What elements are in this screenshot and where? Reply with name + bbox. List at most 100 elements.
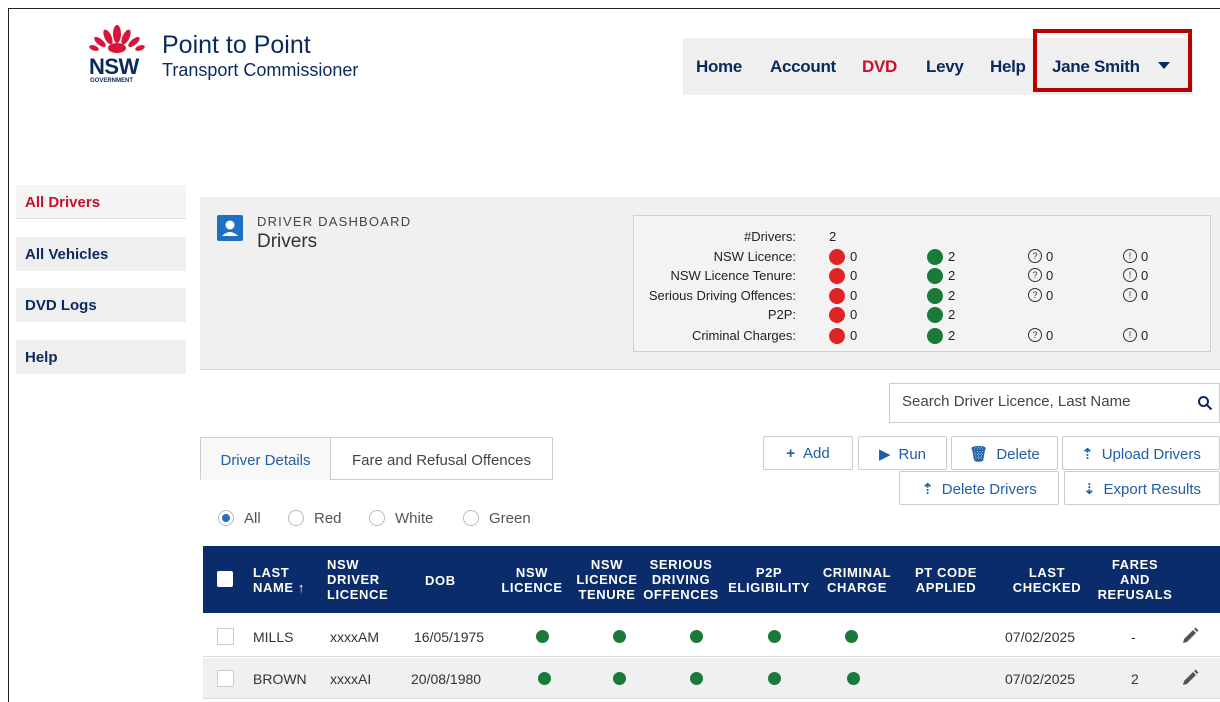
tab-driver-details[interactable]: Driver Details — [200, 437, 331, 480]
green-status-dot — [927, 268, 943, 284]
upload-icon: ⇡ — [1081, 446, 1094, 463]
user-card-icon — [217, 215, 243, 241]
tab-fare-refusal-offences[interactable]: Fare and Refusal Offences — [330, 437, 553, 480]
search-box — [889, 383, 1220, 423]
user-menu[interactable]: Jane Smith — [1052, 57, 1140, 77]
col-checked-line1: LAST — [1028, 565, 1066, 580]
export-results-button[interactable]: ⇣ Export Results — [1064, 471, 1220, 505]
col-pt-code[interactable]: PT CODE APPLIED — [908, 565, 984, 595]
stat-label-nsw-licence: NSW Licence: — [713, 249, 796, 264]
col-last-checked[interactable]: LAST CHECKED — [1009, 565, 1085, 595]
stat-green-count: 2 — [948, 328, 956, 343]
nav-help[interactable]: Help — [990, 57, 1026, 77]
col-driver-licence[interactable]: NSW DRIVER LICENCE — [327, 557, 388, 602]
add-button-label: Add — [803, 445, 830, 462]
row-checkbox[interactable] — [217, 670, 234, 687]
search-icon[interactable] — [1197, 395, 1213, 411]
dashboard-title: Drivers — [257, 231, 318, 252]
trash-icon: 🗑 — [969, 446, 989, 463]
col-dob[interactable]: DOB — [425, 573, 456, 588]
stat-green-count: 2 — [948, 307, 956, 322]
upload-icon: ⇡ — [921, 481, 934, 498]
upload-drivers-button[interactable]: ⇡ Upload Drivers — [1062, 436, 1220, 470]
stat-green-count: 2 — [948, 288, 956, 303]
col-serious-line1: SERIOUS — [649, 557, 713, 572]
nav-dvd[interactable]: DVD — [862, 57, 897, 77]
col-fares-line2: AND — [1120, 572, 1150, 587]
cell-driver-licence: xxxxAI — [330, 671, 372, 687]
col-serious-line3: OFFENCES — [643, 587, 719, 602]
col-criminal-line1: CRIMINAL — [822, 565, 892, 580]
stat-info-count: 0 — [1141, 249, 1149, 264]
status-dot-tenure — [613, 672, 626, 685]
dashboard-eyebrow: DRIVER DASHBOARD — [257, 214, 412, 229]
question-icon: ? — [1028, 288, 1042, 302]
logo-wordmark: NSW — [89, 54, 139, 79]
select-all-checkbox[interactable] — [217, 571, 233, 587]
stat-label-p2p: P2P: — [767, 307, 796, 322]
question-icon: ? — [1028, 268, 1042, 282]
delete-button[interactable]: 🗑 Delete — [951, 436, 1058, 470]
red-status-dot — [829, 249, 845, 265]
col-criminal-charge[interactable]: CRIMINAL CHARGE — [817, 565, 897, 595]
stat-unknown-count: 0 — [1046, 328, 1054, 343]
row-checkbox[interactable] — [217, 628, 234, 645]
search-input[interactable] — [902, 393, 1192, 410]
col-fares-line1: FARES — [1111, 557, 1159, 572]
green-status-dot — [927, 288, 943, 304]
delete-drivers-button[interactable]: ⇡ Delete Drivers — [899, 471, 1059, 505]
radio-circle[interactable] — [288, 510, 304, 526]
radio-circle[interactable] — [369, 510, 385, 526]
question-icon: ? — [1028, 328, 1042, 342]
chevron-down-icon[interactable] — [1158, 62, 1170, 69]
nav-home[interactable]: Home — [696, 57, 742, 77]
cell-last-checked: 07/02/2025 — [1005, 671, 1076, 687]
col-serious-line2: DRIVING — [651, 572, 711, 587]
add-button[interactable]: + Add — [763, 436, 853, 470]
red-status-dot — [829, 268, 845, 284]
sidebar-item-help[interactable]: Help — [16, 340, 186, 374]
upload-drivers-label: Upload Drivers — [1101, 446, 1201, 463]
col-nsw-licence[interactable]: NSW LICENCE — [500, 565, 564, 595]
status-dot-nsw-licence — [538, 672, 551, 685]
col-licence-tenure[interactable]: NSW LICENCE TENURE — [575, 557, 639, 602]
waratah-icon — [89, 25, 145, 53]
status-dot-criminal — [847, 672, 860, 685]
nsw-logo[interactable]: NSW GOVERNMENT — [85, 24, 149, 86]
export-results-label: Export Results — [1103, 481, 1202, 498]
nav-account[interactable]: Account — [770, 57, 836, 77]
stat-unknown-count: 0 — [1046, 249, 1054, 264]
edit-pencil-icon[interactable] — [1180, 668, 1200, 688]
stat-red-count: 0 — [850, 268, 858, 283]
drivers-count-label: #Drivers: — [743, 229, 796, 244]
edit-pencil-icon[interactable] — [1180, 626, 1200, 646]
cell-dob: 16/05/1975 — [414, 629, 485, 645]
sidebar-item-all-drivers[interactable]: All Drivers — [16, 185, 186, 219]
col-serious-offences[interactable]: SERIOUS DRIVING OFFENCES — [641, 557, 721, 602]
col-p2p-eligibility[interactable]: P2P ELIGIBILITY — [726, 565, 812, 595]
table-row[interactable]: BROWN xxxxAI 20/08/1980 07/02/2025 2 — [203, 658, 1220, 699]
download-icon: ⇣ — [1082, 481, 1096, 498]
nav-levy[interactable]: Levy — [926, 57, 964, 77]
filter-label-white: White — [395, 510, 434, 527]
col-driver-licence-line1: NSW — [327, 557, 360, 572]
green-status-dot — [927, 328, 943, 344]
red-status-dot — [829, 328, 845, 344]
col-fares-refusals[interactable]: FARES AND REFUSALS — [1096, 557, 1174, 602]
radio-circle[interactable] — [463, 510, 479, 526]
col-last-name-line1: LAST — [253, 565, 290, 580]
status-dot-p2p — [768, 672, 781, 685]
cell-fares-refusals: - — [1131, 629, 1136, 645]
red-status-dot — [829, 288, 845, 304]
col-p2p-line2: ELIGIBILITY — [728, 580, 810, 595]
status-dot-serious — [690, 672, 703, 685]
sidebar-item-all-vehicles[interactable]: All Vehicles — [16, 237, 186, 271]
radio-circle-selected[interactable] — [218, 510, 234, 526]
stat-info-count: 0 — [1141, 268, 1149, 283]
stat-info-count: 0 — [1141, 328, 1149, 343]
run-button[interactable]: ▶ Run — [858, 436, 947, 470]
col-last-name[interactable]: LAST NAME ↑ — [253, 565, 305, 595]
col-p2p-line1: P2P — [755, 565, 783, 580]
sidebar-item-dvd-logs[interactable]: DVD Logs — [16, 288, 186, 322]
table-row[interactable]: MILLS xxxxAM 16/05/1975 07/02/2025 - — [203, 616, 1220, 657]
